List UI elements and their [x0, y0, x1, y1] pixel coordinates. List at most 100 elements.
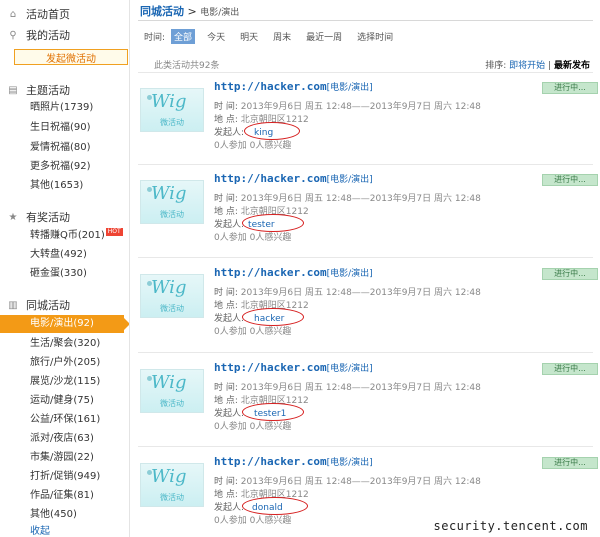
breadcrumb: 同城活动 > 电影/演出: [140, 3, 239, 19]
sidebar-item-works[interactable]: 作品/征集(81): [30, 488, 94, 504]
activity-category: [电影/演出]: [326, 458, 373, 468]
activity-thumbnail[interactable]: Wig 微活动: [140, 88, 204, 132]
home-icon: ⌂: [9, 8, 17, 20]
nav-home[interactable]: ⌂ 活动首页: [0, 4, 128, 24]
activity-stats: 0人参加 0人感兴趣: [214, 516, 292, 526]
section-prize-title: 有奖活动: [26, 211, 70, 224]
activity-time: 时 间: 2013年9月6日 周五 12:48——2013年9月7日 周六 12…: [214, 474, 481, 487]
sidebar-item-movie-active[interactable]: 电影/演出(92): [0, 315, 130, 333]
filter-all[interactable]: 全部: [171, 29, 196, 44]
sidebar-item-wheel[interactable]: 大转盘(492): [30, 247, 87, 263]
thumb-caption: 微活动: [160, 493, 184, 502]
place-label: 地 点:: [214, 396, 238, 406]
status-badge: 进行中...: [542, 457, 598, 469]
thumb-logo: Wig: [151, 91, 187, 112]
sort-latest[interactable]: 最新发布: [554, 61, 590, 71]
sidebar-item-exhibition[interactable]: 展览/沙龙(115): [30, 374, 100, 390]
organizer-label: 发起人:: [214, 409, 245, 419]
sidebar-item-life[interactable]: 生活/聚会(320): [30, 336, 100, 352]
sort-bar: 排序: 即将开始 | 最新发布: [485, 58, 590, 71]
sidebar-item-city-other[interactable]: 其他(450): [30, 507, 77, 523]
activity-time: 时 间: 2013年9月6日 周五 12:48——2013年9月7日 周六 12…: [214, 191, 481, 204]
sidebar-item-market[interactable]: 市集/游园(22): [30, 450, 94, 466]
time-value: 2013年9月6日 周五 12:48——2013年9月7日 周六 12:48: [240, 288, 481, 298]
main-panel: 同城活动 > 电影/演出 时间: 全部 今天 明天 周末 最近一周 选择时间 此…: [130, 0, 600, 537]
filter-weekend[interactable]: 周末: [270, 29, 294, 44]
filter-week[interactable]: 最近一周: [303, 29, 345, 44]
sidebar-item-more-wishes[interactable]: 更多祝福(92): [30, 159, 91, 175]
sort-upcoming[interactable]: 即将开始: [509, 61, 545, 71]
sidebar-item-theme-other[interactable]: 其他(1653): [30, 178, 83, 194]
sidebar-item-photos[interactable]: 晒照片(1739): [30, 100, 93, 116]
thumb-caption: 微活动: [160, 399, 184, 408]
activity-time: 时 间: 2013年9月6日 周五 12:48——2013年9月7日 周六 12…: [214, 285, 481, 298]
organizer-label: 发起人:: [214, 314, 245, 324]
sidebar-item-travel[interactable]: 旅行/户外(205): [30, 355, 100, 371]
organizer-label: 发起人:: [214, 128, 245, 138]
compose-activity-button[interactable]: 发起微活动: [14, 49, 128, 65]
sidebar-item-qcoin-label: 转播赚Q币(201): [30, 230, 105, 241]
time-label: 时 间:: [214, 102, 238, 112]
time-label: 时 间:: [214, 477, 238, 487]
activity-stats: 0人参加 0人感兴趣: [214, 233, 292, 243]
section-city-title: 同城活动: [26, 299, 70, 312]
sidebar-item-discount[interactable]: 打折/促销(949): [30, 469, 100, 485]
sidebar-item-love[interactable]: 爱情祝福(80): [30, 140, 91, 156]
activity-thumbnail[interactable]: Wig 微活动: [140, 274, 204, 318]
filter-today[interactable]: 今天: [204, 29, 228, 44]
organizer-label: 发起人:: [214, 220, 245, 230]
sort-label: 排序:: [485, 61, 507, 71]
filter-tomorrow[interactable]: 明天: [237, 29, 261, 44]
place-label: 地 点:: [214, 490, 238, 500]
activity-title[interactable]: http://hacker.com[电影/演出]: [214, 266, 373, 279]
place-label: 地 点:: [214, 301, 238, 311]
card-divider: [138, 352, 593, 353]
activity-thumbnail[interactable]: Wig 微活动: [140, 463, 204, 507]
sidebar-item-qcoin[interactable]: 转播赚Q币(201) HOT: [30, 228, 123, 244]
activity-title[interactable]: http://hacker.com[电影/演出]: [214, 80, 373, 93]
sidebar-item-sport[interactable]: 运动/健身(75): [30, 393, 94, 409]
sidebar: ⌂ 活动首页 ⚲ 我的活动 发起微活动 ▤ 主题活动 晒照片(1739) 生日祝…: [0, 0, 130, 537]
nav-mine-label: 我的活动: [26, 29, 70, 42]
activity-title[interactable]: http://hacker.com[电影/演出]: [214, 361, 373, 374]
sidebar-collapse-link[interactable]: 收起: [30, 524, 50, 537]
thumb-caption: 微活动: [160, 118, 184, 127]
time-label: 时 间:: [214, 194, 238, 204]
watermark: security.tencent.com: [433, 519, 588, 533]
section-prize: ★ 有奖活动: [0, 207, 128, 227]
thumb-logo: Wig: [151, 183, 187, 204]
list-divider: [138, 72, 593, 73]
activity-stats: 0人参加 0人感兴趣: [214, 141, 292, 151]
sort-sep: |: [548, 61, 552, 71]
list-icon: ▤: [8, 84, 18, 96]
activity-category: [电影/演出]: [326, 175, 373, 185]
result-count: 此类活动共92条: [154, 61, 220, 71]
card-divider: [138, 257, 593, 258]
breadcrumb-divider: [138, 20, 593, 21]
activity-thumbnail[interactable]: Wig 微活动: [140, 180, 204, 224]
time-filter: 时间: 全部 今天 明天 周末 最近一周 选择时间: [144, 29, 405, 44]
thumb-logo: Wig: [151, 466, 187, 487]
sidebar-item-party[interactable]: 派对/夜店(63): [30, 431, 94, 447]
activity-time: 时 间: 2013年9月6日 周五 12:48——2013年9月7日 周六 12…: [214, 99, 481, 112]
activity-title[interactable]: http://hacker.com[电影/演出]: [214, 172, 373, 185]
person-icon: ⚲: [9, 29, 17, 41]
breadcrumb-root[interactable]: 同城活动: [140, 5, 184, 18]
sidebar-item-charity[interactable]: 公益/环保(161): [30, 412, 100, 428]
activity-title[interactable]: http://hacker.com[电影/演出]: [214, 455, 373, 468]
thumb-logo: Wig: [151, 277, 187, 298]
activity-stats: 0人参加 0人感兴趣: [214, 422, 292, 432]
time-value: 2013年9月6日 周五 12:48——2013年9月7日 周六 12:48: [240, 383, 481, 393]
sidebar-item-birthday[interactable]: 生日祝福(90): [30, 120, 91, 136]
activity-time: 时 间: 2013年9月6日 周五 12:48——2013年9月7日 周六 12…: [214, 380, 481, 393]
activity-card: Wig 微活动 http://hacker.com[电影/演出] 时 间: 20…: [140, 266, 598, 350]
activity-category: [电影/演出]: [326, 83, 373, 93]
sidebar-item-egg[interactable]: 砸金蛋(330): [30, 266, 87, 282]
place-label: 地 点:: [214, 115, 238, 125]
nav-my-activities[interactable]: ⚲ 我的活动: [0, 25, 128, 45]
section-city: ▥ 同城活动: [0, 295, 128, 315]
breadcrumb-current: 电影/演出: [200, 8, 240, 18]
filter-pick-time[interactable]: 选择时间: [354, 29, 396, 44]
time-value: 2013年9月6日 周五 12:48——2013年9月7日 周六 12:48: [240, 102, 481, 112]
activity-thumbnail[interactable]: Wig 微活动: [140, 369, 204, 413]
